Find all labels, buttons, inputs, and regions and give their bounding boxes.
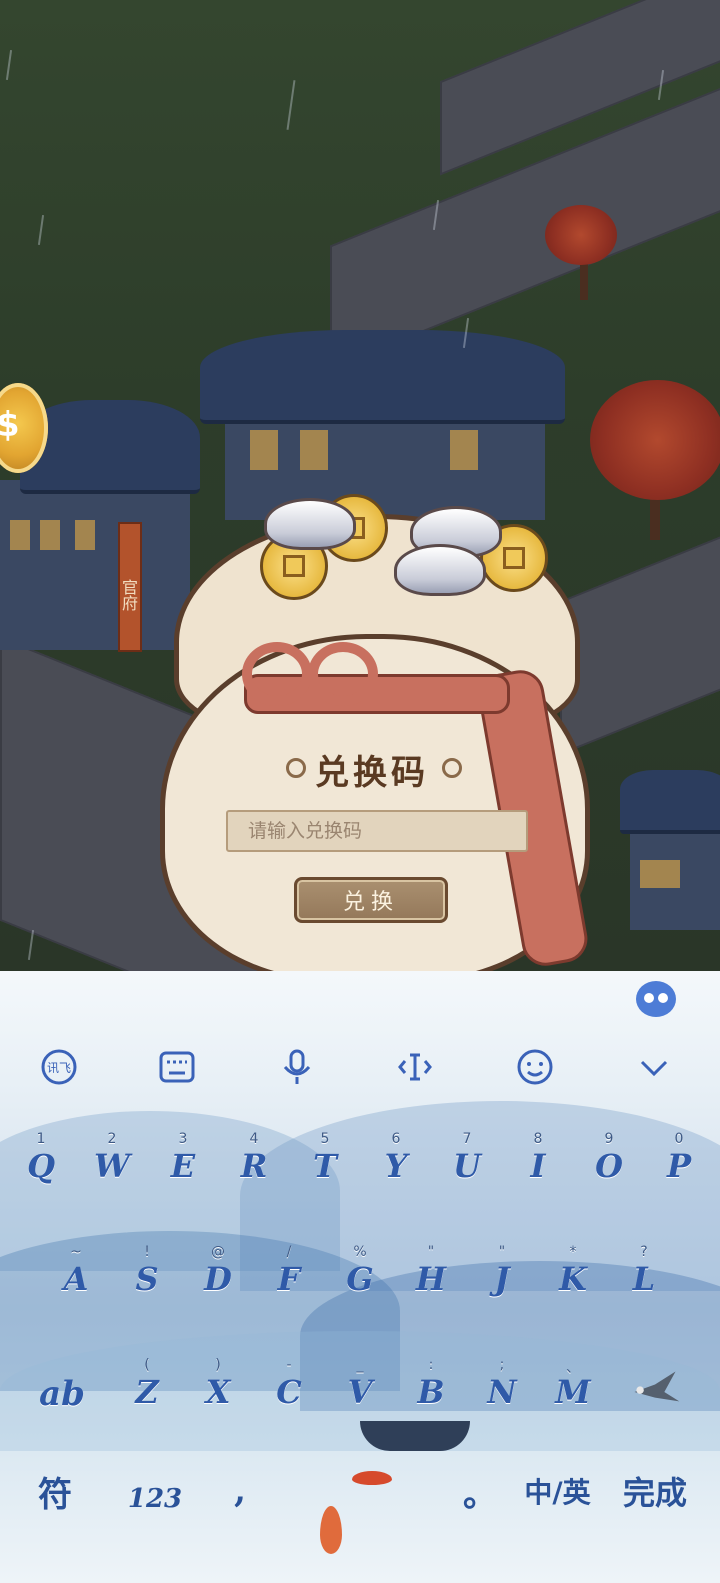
koi-fish-decoration — [352, 1471, 392, 1485]
key-c[interactable]: -C — [254, 1347, 324, 1437]
keyboard-mascot-icon[interactable] — [636, 981, 676, 1017]
key-d[interactable]: @ D — [183, 1234, 253, 1324]
key-l[interactable]: ? L — [609, 1234, 679, 1324]
key-s[interactable]: ! S — [112, 1234, 182, 1324]
coin-icon: $ — [0, 405, 20, 445]
key-o[interactable]: 9O — [574, 1121, 644, 1211]
bow-loop — [242, 642, 312, 706]
key-k[interactable]: * K — [538, 1234, 608, 1324]
done-key[interactable]: 完成 — [605, 1451, 705, 1531]
number-key[interactable]: 123 — [110, 1459, 200, 1539]
silver-ingot — [394, 544, 486, 596]
collapse-icon[interactable] — [632, 1045, 676, 1089]
key-n[interactable]: ; N — [467, 1347, 537, 1437]
key-r[interactable]: 4R — [219, 1121, 289, 1211]
key-g[interactable]: % G — [325, 1234, 395, 1324]
cursor-icon[interactable] — [393, 1045, 437, 1089]
redeem-code-input[interactable] — [226, 810, 528, 852]
key-e[interactable]: 3E — [148, 1121, 218, 1211]
key-h[interactable]: " H — [396, 1234, 466, 1324]
key-t[interactable]: 5T — [290, 1121, 360, 1211]
bow-loop — [308, 642, 378, 706]
redeem-button[interactable]: 兑换 — [294, 877, 448, 923]
key-w[interactable]: 2W — [77, 1121, 147, 1211]
keyboard-layout-icon[interactable] — [155, 1045, 199, 1089]
boat-decoration — [360, 1421, 470, 1451]
koi-fish-decoration — [320, 1506, 342, 1554]
microphone-icon[interactable] — [275, 1045, 319, 1089]
key-z[interactable]: (Z — [112, 1347, 182, 1437]
lang-switch-key[interactable]: 中/英 — [515, 1451, 600, 1531]
government-office-sign: 官府 — [118, 522, 142, 652]
title-ornament-right — [442, 758, 462, 778]
emoji-icon[interactable] — [513, 1045, 557, 1089]
symbol-key[interactable]: 符 — [20, 1451, 90, 1531]
redeem-title: 兑换码 — [315, 753, 429, 793]
key-i[interactable]: 8I — [503, 1121, 573, 1211]
key-j[interactable]: " J — [467, 1234, 537, 1324]
backspace-bird-key[interactable] — [620, 1347, 690, 1437]
key-y[interactable]: 6Y — [361, 1121, 431, 1211]
maple-tree — [590, 380, 720, 500]
key-u[interactable]: 7U — [432, 1121, 502, 1211]
key-a[interactable]: ~ A — [41, 1234, 111, 1324]
mansion-roof — [200, 330, 565, 424]
case-key[interactable]: ab — [22, 1349, 102, 1439]
key-f[interactable]: / F — [254, 1234, 324, 1324]
key-p[interactable]: 0P — [644, 1121, 714, 1211]
bird-icon — [634, 1371, 680, 1402]
voice-input-icon[interactable]: 讯飞 — [37, 1045, 81, 1089]
svg-text:讯飞: 讯飞 — [47, 1061, 71, 1075]
ime-keyboard: 讯飞 1Q 2W 3E 4R 5T 6Y 7U 8I 9O 0P ~ A ! S @… — [0, 971, 720, 1583]
silver-ingot — [264, 498, 356, 550]
key-x[interactable]: ) X — [183, 1347, 253, 1437]
period-key[interactable]: 。 — [450, 1451, 510, 1531]
side-house-roof — [620, 770, 720, 834]
government-office-roof — [20, 400, 200, 494]
comma-key[interactable]: , — [210, 1451, 270, 1531]
key-q[interactable]: 1Q — [6, 1121, 76, 1211]
maple-tree — [545, 205, 617, 265]
key-m[interactable]: 、 M — [538, 1347, 608, 1437]
